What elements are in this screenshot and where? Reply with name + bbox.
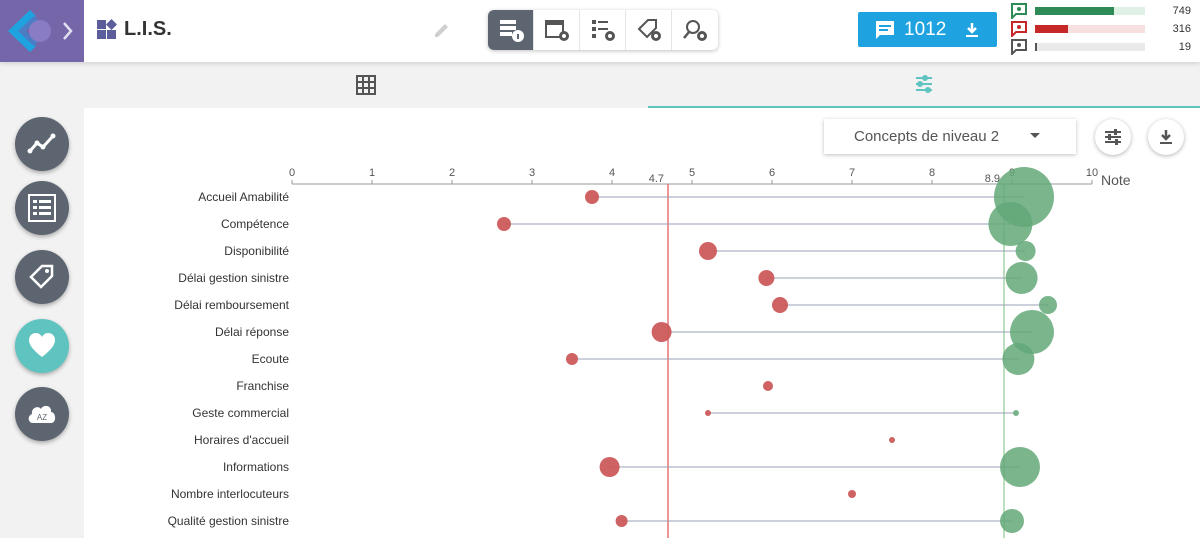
list-info-button[interactable] (488, 10, 534, 50)
sidebar-trend-button[interactable] (15, 117, 69, 171)
tag-settings-icon (637, 19, 661, 41)
category-label: Compétence (221, 217, 289, 231)
category-label: Disponibilité (224, 244, 289, 258)
category-label: Informations (223, 460, 289, 474)
category-label: Délai gestion sinistre (178, 271, 289, 285)
stat-row: 749 (1011, 2, 1191, 20)
positive-comment-icon (1011, 3, 1027, 19)
category-label: Accueil Amabilité (198, 190, 289, 204)
negative-comment-icon (1011, 21, 1027, 37)
tag-settings-button[interactable] (626, 10, 672, 50)
x-axis-label: Note (1101, 172, 1131, 188)
concepts-lollipop-chart: 012345678910Note4.78.9Accueil AmabilitéC… (168, 167, 1131, 538)
negative-score-point (615, 515, 628, 527)
x-tick-label: 10 (1086, 167, 1098, 179)
list-info-icon (499, 20, 524, 42)
negative-score-point (772, 297, 788, 313)
calendar-settings-button[interactable] (534, 10, 580, 50)
positive-score-point (1002, 343, 1035, 375)
stat-row: 19 (1011, 38, 1191, 56)
negative-score-point (599, 457, 620, 477)
stat-value: 749 (1172, 5, 1191, 17)
positive-score-point (1015, 241, 1036, 261)
neutral-comment-icon (1011, 39, 1027, 55)
negative-score-point (848, 490, 856, 498)
negative-score-point (651, 322, 672, 342)
logo-block[interactable] (0, 0, 84, 62)
x-tick-label: 5 (689, 167, 695, 179)
app-title: L.I.S. (96, 18, 172, 41)
x-tick-label: 0 (289, 167, 295, 179)
comment-icon (876, 20, 894, 39)
stat-value: 316 (1172, 23, 1191, 35)
negative-score-point (497, 217, 511, 231)
positive-score-point (1000, 509, 1024, 533)
category-label: Franchise (236, 379, 289, 393)
widgets-icon (97, 18, 117, 39)
x-tick-label: 2 (449, 167, 455, 179)
reference-line-label: 4.7 (649, 173, 664, 185)
category-label: Nombre interlocuteurs (171, 487, 289, 501)
sidebar-favorites-button[interactable] (15, 319, 69, 373)
search-user-settings-icon (683, 20, 707, 41)
positive-score-point (1039, 296, 1057, 314)
category-label: Ecoute (252, 352, 290, 366)
category-label: Délai réponse (215, 325, 289, 339)
x-tick-label: 1 (369, 167, 375, 179)
checklist-settings-button[interactable] (580, 10, 626, 50)
stat-bar-fill (1035, 43, 1038, 51)
top-bar: L.I.S. 1012 749 316 19 (0, 0, 1200, 62)
negative-score-point (699, 242, 717, 260)
sidebar-wordcloud-button[interactable]: AZ (15, 387, 69, 441)
negative-score-point (758, 270, 775, 286)
positive-score-point (1005, 262, 1038, 294)
stat-value: 19 (1178, 41, 1191, 53)
main-panel: Concepts de niveau 2 012345678910Note4.7… (84, 62, 1200, 538)
category-label: Qualité gestion sinistre (168, 514, 290, 528)
trend-icon (27, 133, 56, 154)
negative-score-point (705, 410, 711, 416)
category-label: Geste commercial (192, 406, 289, 420)
x-tick-label: 4 (609, 167, 615, 179)
sidebar-checklist-button[interactable] (15, 181, 69, 235)
positive-score-point (988, 202, 1033, 246)
checklist-icon (28, 194, 56, 222)
stat-row: 316 (1011, 20, 1191, 38)
checklist-settings-icon (591, 20, 615, 41)
view-toolbar (488, 10, 718, 50)
comments-count: 1012 (904, 18, 947, 40)
comments-count-button[interactable]: 1012 (858, 12, 997, 47)
az-cloud-icon: AZ (28, 405, 56, 423)
negative-score-point (763, 381, 773, 391)
stat-bar (1035, 25, 1145, 33)
app-title-text: L.I.S. (124, 18, 172, 40)
x-tick-label: 8 (929, 167, 935, 179)
negative-score-point (585, 190, 599, 204)
category-label: Horaires d'accueil (194, 433, 289, 447)
tags-icon (29, 264, 54, 289)
x-tick-label: 3 (529, 167, 535, 179)
heart-icon (29, 333, 55, 357)
stat-bar-fill (1035, 7, 1115, 15)
calendar-settings-icon (544, 20, 569, 41)
negative-score-point (566, 353, 578, 365)
positive-score-point (1013, 410, 1019, 416)
stat-bar (1035, 7, 1145, 15)
category-label: Délai remboursement (174, 298, 289, 312)
sentiment-stats: 749 316 19 (1011, 2, 1191, 56)
logo-icon (8, 10, 73, 52)
negative-score-point (889, 437, 895, 443)
download-icon (966, 22, 978, 37)
search-user-settings-button[interactable] (672, 10, 718, 50)
positive-score-point (1000, 447, 1040, 487)
x-tick-label: 7 (849, 167, 855, 179)
x-tick-label: 6 (769, 167, 775, 179)
stat-bar (1035, 43, 1145, 51)
edit-title-icon[interactable] (432, 20, 452, 45)
az-cloud-label: AZ (37, 413, 47, 422)
sidebar-tags-button[interactable] (15, 250, 69, 304)
stat-bar-fill (1035, 25, 1068, 33)
sidebar: AZ (0, 62, 84, 538)
